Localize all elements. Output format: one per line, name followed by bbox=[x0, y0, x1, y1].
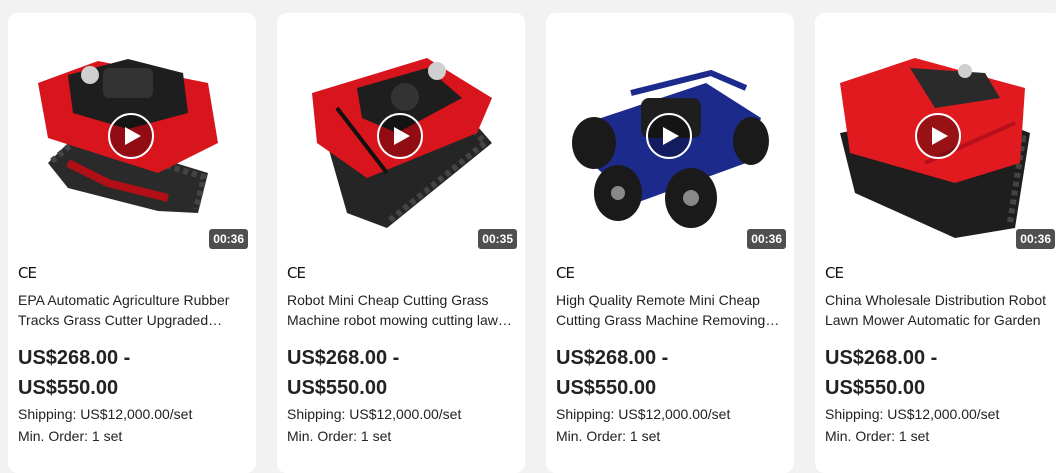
ce-certification-mark: CE bbox=[18, 264, 37, 282]
video-duration-badge: 00:36 bbox=[1016, 229, 1055, 249]
product-card[interactable]: 00:36 CE High Quality Remote Mini Cheap … bbox=[546, 13, 794, 473]
play-icon bbox=[125, 127, 141, 145]
product-video-thumbnail[interactable]: 00:36 bbox=[815, 13, 1056, 253]
play-icon bbox=[663, 127, 679, 145]
ce-certification-mark: CE bbox=[287, 264, 306, 282]
play-icon bbox=[932, 127, 948, 145]
product-title[interactable]: Robot Mini Cheap Cutting Grass Machine r… bbox=[287, 290, 515, 330]
product-card[interactable]: 00:36 CE EPA Automatic Agriculture Rubbe… bbox=[8, 13, 256, 473]
price-max: US$550.00 bbox=[556, 377, 657, 399]
product-video-thumbnail[interactable]: 00:36 bbox=[546, 13, 794, 253]
price-min: US$268.00 - bbox=[18, 347, 131, 369]
product-grid: 00:36 CE EPA Automatic Agriculture Rubbe… bbox=[8, 13, 1056, 473]
price-min: US$268.00 - bbox=[556, 347, 669, 369]
price-max: US$550.00 bbox=[825, 377, 926, 399]
shipping-cost: Shipping: US$12,000.00/set bbox=[18, 406, 193, 422]
shipping-cost: Shipping: US$12,000.00/set bbox=[556, 406, 731, 422]
play-button[interactable] bbox=[377, 113, 423, 159]
price-min: US$268.00 - bbox=[287, 347, 400, 369]
play-icon bbox=[394, 127, 410, 145]
price-max: US$550.00 bbox=[18, 377, 119, 399]
product-video-thumbnail[interactable]: 00:35 bbox=[277, 13, 525, 253]
product-title[interactable]: EPA Automatic Agriculture Rubber Tracks … bbox=[18, 290, 246, 330]
product-card[interactable]: 00:35 CE Robot Mini Cheap Cutting Grass … bbox=[277, 13, 525, 473]
video-duration-badge: 00:36 bbox=[209, 229, 248, 249]
product-title[interactable]: China Wholesale Distribution Robot Lawn … bbox=[825, 290, 1053, 330]
price-range: US$268.00 - US$550.00 bbox=[18, 343, 246, 403]
price-range: US$268.00 - US$550.00 bbox=[287, 343, 515, 403]
product-title[interactable]: High Quality Remote Mini Cheap Cutting G… bbox=[556, 290, 784, 330]
price-range: US$268.00 - US$550.00 bbox=[825, 343, 1053, 403]
ce-certification-mark: CE bbox=[556, 264, 575, 282]
shipping-cost: Shipping: US$12,000.00/set bbox=[825, 406, 1000, 422]
play-button[interactable] bbox=[915, 113, 961, 159]
price-max: US$550.00 bbox=[287, 377, 388, 399]
video-duration-badge: 00:36 bbox=[747, 229, 786, 249]
product-video-thumbnail[interactable]: 00:36 bbox=[8, 13, 256, 253]
product-card[interactable]: 00:36 CE China Wholesale Distribution Ro… bbox=[815, 13, 1056, 473]
ce-certification-mark: CE bbox=[825, 264, 844, 282]
video-duration-badge: 00:35 bbox=[478, 229, 517, 249]
play-button[interactable] bbox=[108, 113, 154, 159]
price-min: US$268.00 - bbox=[825, 347, 938, 369]
play-button[interactable] bbox=[646, 113, 692, 159]
price-range: US$268.00 - US$550.00 bbox=[556, 343, 784, 403]
shipping-cost: Shipping: US$12,000.00/set bbox=[287, 406, 462, 422]
